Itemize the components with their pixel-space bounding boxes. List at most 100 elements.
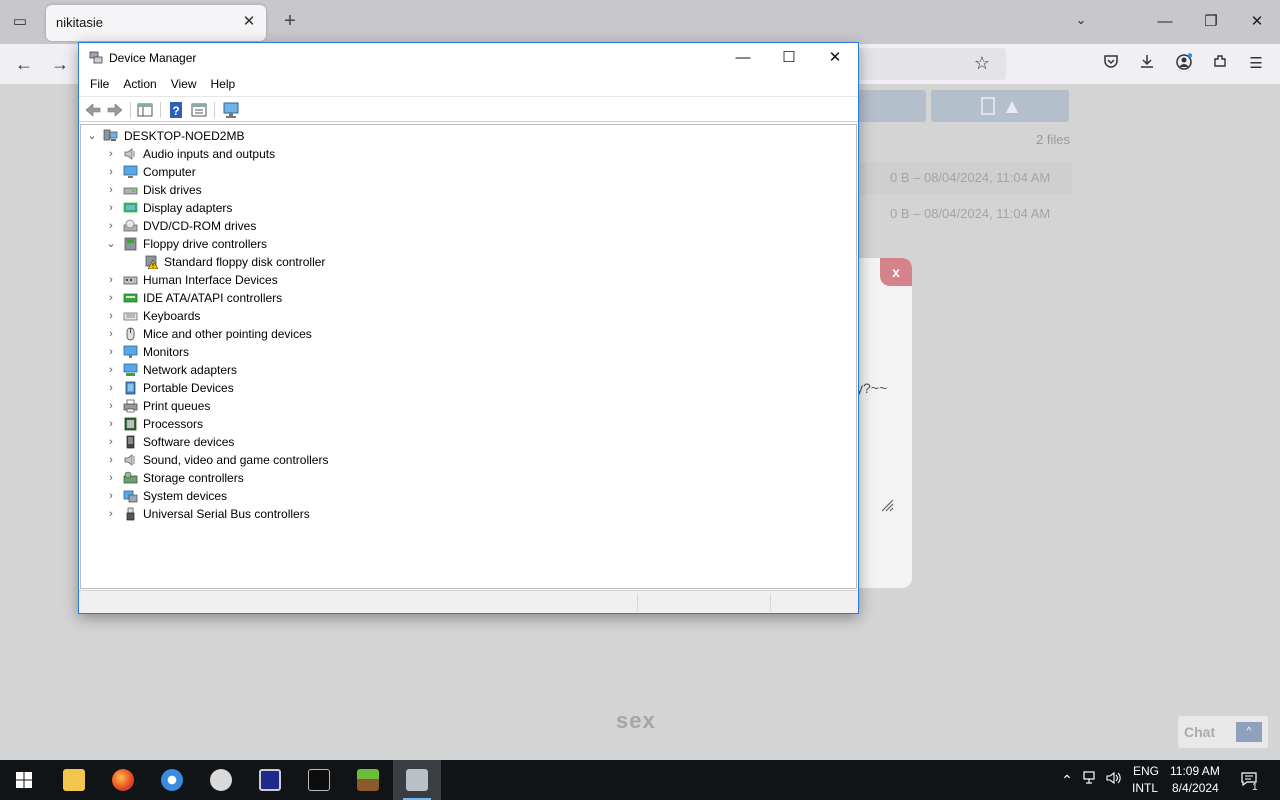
device-manager-taskbar-button[interactable] (393, 760, 441, 800)
chevron-right-icon[interactable]: › (106, 505, 116, 523)
menu-help[interactable]: Help (204, 73, 243, 95)
file-row[interactable]: 0 B – 08/04/2024, 11:04 AM (860, 162, 1072, 194)
start-button[interactable] (0, 760, 48, 800)
terminal-button[interactable] (295, 760, 343, 800)
tree-category-node[interactable]: › Mice and other pointing devices (81, 325, 856, 343)
tree-category-node[interactable]: › IDE ATA/ATAPI controllers (81, 289, 856, 307)
menu-icon[interactable]: ☰ (1245, 53, 1267, 75)
help-icon[interactable]: ? (167, 101, 185, 119)
display-app-button[interactable] (246, 760, 294, 800)
chevron-right-icon[interactable]: › (106, 289, 116, 307)
back-button[interactable]: ← (12, 53, 36, 75)
tree-category-node[interactable]: › Network adapters (81, 361, 856, 379)
chevron-right-icon[interactable]: › (106, 181, 116, 199)
chevron-right-icon[interactable]: › (106, 163, 116, 181)
tree-node-label: Floppy drive controllers (143, 237, 268, 251)
chevron-up-icon[interactable]: ⌃ (1058, 771, 1076, 789)
chevron-right-icon[interactable]: › (106, 379, 116, 397)
chat-widget[interactable]: Chat ^ (1178, 716, 1268, 748)
back-arrow-icon[interactable] (84, 101, 102, 119)
film-app-button[interactable] (197, 760, 245, 800)
list-all-tabs-icon[interactable]: ⌄ (1070, 12, 1092, 32)
tree-root[interactable]: ⌄ DESKTOP-NOED2MB (81, 127, 856, 145)
tree-category-node[interactable]: › Software devices (81, 433, 856, 451)
forward-button[interactable]: → (48, 53, 72, 75)
properties-icon[interactable] (190, 101, 208, 119)
chevron-down-icon[interactable]: ⌄ (106, 235, 116, 253)
tree-category-node[interactable]: › Keyboards (81, 307, 856, 325)
chevron-right-icon[interactable]: › (106, 415, 116, 433)
page-action-button[interactable] (858, 90, 926, 122)
menu-file[interactable]: File (83, 73, 116, 95)
modal-close-button[interactable]: x (880, 258, 912, 286)
account-icon[interactable] (1173, 53, 1195, 75)
tree-category-node[interactable]: › Universal Serial Bus controllers (81, 505, 856, 523)
media-player-button[interactable] (148, 760, 196, 800)
tree-category-node[interactable]: › System devices (81, 487, 856, 505)
tree-category-node[interactable]: › Display adapters (81, 199, 856, 217)
chevron-right-icon[interactable]: › (106, 307, 116, 325)
clock-date[interactable]: 8/4/2024 (1172, 781, 1219, 795)
keyboard-layout-indicator[interactable]: INTL (1132, 781, 1158, 795)
browser-tab[interactable]: nikitasie ✕ (46, 5, 266, 41)
tab-close-icon[interactable]: ✕ (240, 13, 258, 31)
tree-category-node[interactable]: › Computer (81, 163, 856, 181)
chat-expand-button[interactable]: ^ (1236, 722, 1262, 742)
chevron-right-icon[interactable]: › (106, 361, 116, 379)
tree-category-node[interactable]: › Monitors (81, 343, 856, 361)
chevron-right-icon[interactable]: › (106, 487, 116, 505)
chevron-right-icon[interactable]: › (106, 469, 116, 487)
close-button[interactable]: ✕ (812, 43, 858, 73)
resize-grip-icon[interactable] (880, 498, 894, 515)
tree-category-node[interactable]: › DVD/CD-ROM drives (81, 217, 856, 235)
show-hide-console-tree-icon[interactable] (136, 101, 154, 119)
download-icon[interactable] (1136, 53, 1158, 75)
clock-time[interactable]: 11:09 AM (1170, 764, 1220, 778)
firefox-view-icon[interactable]: ▭ (10, 12, 30, 32)
minimize-button[interactable]: — (720, 43, 766, 73)
menu-action[interactable]: Action (116, 73, 163, 95)
network-icon[interactable] (1082, 771, 1100, 789)
minecraft-button[interactable] (344, 760, 392, 800)
pocket-icon[interactable] (1100, 53, 1122, 75)
chevron-right-icon[interactable]: › (106, 217, 116, 235)
tree-category-node[interactable]: ⌄ Floppy drive controllers (81, 235, 856, 253)
new-tab-button[interactable]: + (280, 10, 300, 32)
file-row[interactable]: 0 B – 08/04/2024, 11:04 AM (860, 198, 1072, 230)
status-bar (79, 590, 858, 613)
chevron-down-icon[interactable]: ⌄ (87, 127, 97, 145)
chevron-right-icon[interactable]: › (106, 451, 116, 469)
menu-view[interactable]: View (164, 73, 204, 95)
maximize-button[interactable]: ☐ (766, 43, 812, 73)
browser-restore-button[interactable]: ❐ (1188, 0, 1234, 44)
browser-close-button[interactable]: ✕ (1234, 0, 1280, 44)
language-indicator[interactable]: ENG (1133, 764, 1159, 778)
tree-category-node[interactable]: › Processors (81, 415, 856, 433)
chevron-right-icon[interactable]: › (106, 433, 116, 451)
device-manager-titlebar[interactable]: Device Manager — ☐ ✕ (79, 43, 858, 73)
page-upload-button[interactable] (931, 90, 1069, 122)
browser-minimize-button[interactable]: — (1142, 0, 1188, 44)
chevron-right-icon[interactable]: › (106, 271, 116, 289)
tree-category-node[interactable]: › Storage controllers (81, 469, 856, 487)
tree-node-label: Processors (143, 417, 204, 431)
extensions-icon[interactable] (1209, 53, 1231, 75)
scan-hardware-icon[interactable] (222, 101, 240, 119)
volume-icon[interactable] (1105, 771, 1123, 789)
tree-category-node[interactable]: › Human Interface Devices (81, 271, 856, 289)
bookmark-star-icon[interactable]: ☆ (974, 53, 990, 74)
firefox-button[interactable] (99, 760, 147, 800)
chevron-right-icon[interactable]: › (106, 199, 116, 217)
chevron-right-icon[interactable]: › (106, 145, 116, 163)
tree-device-node[interactable]: Standard floppy disk controller (81, 253, 856, 271)
forward-arrow-icon[interactable] (106, 101, 124, 119)
chevron-right-icon[interactable]: › (106, 397, 116, 415)
tree-category-node[interactable]: › Portable Devices (81, 379, 856, 397)
chevron-right-icon[interactable]: › (106, 343, 116, 361)
tree-category-node[interactable]: › Print queues (81, 397, 856, 415)
tree-category-node[interactable]: › Audio inputs and outputs (81, 145, 856, 163)
file-explorer-button[interactable] (50, 760, 98, 800)
tree-category-node[interactable]: › Disk drives (81, 181, 856, 199)
tree-category-node[interactable]: › Sound, video and game controllers (81, 451, 856, 469)
chevron-right-icon[interactable]: › (106, 325, 116, 343)
